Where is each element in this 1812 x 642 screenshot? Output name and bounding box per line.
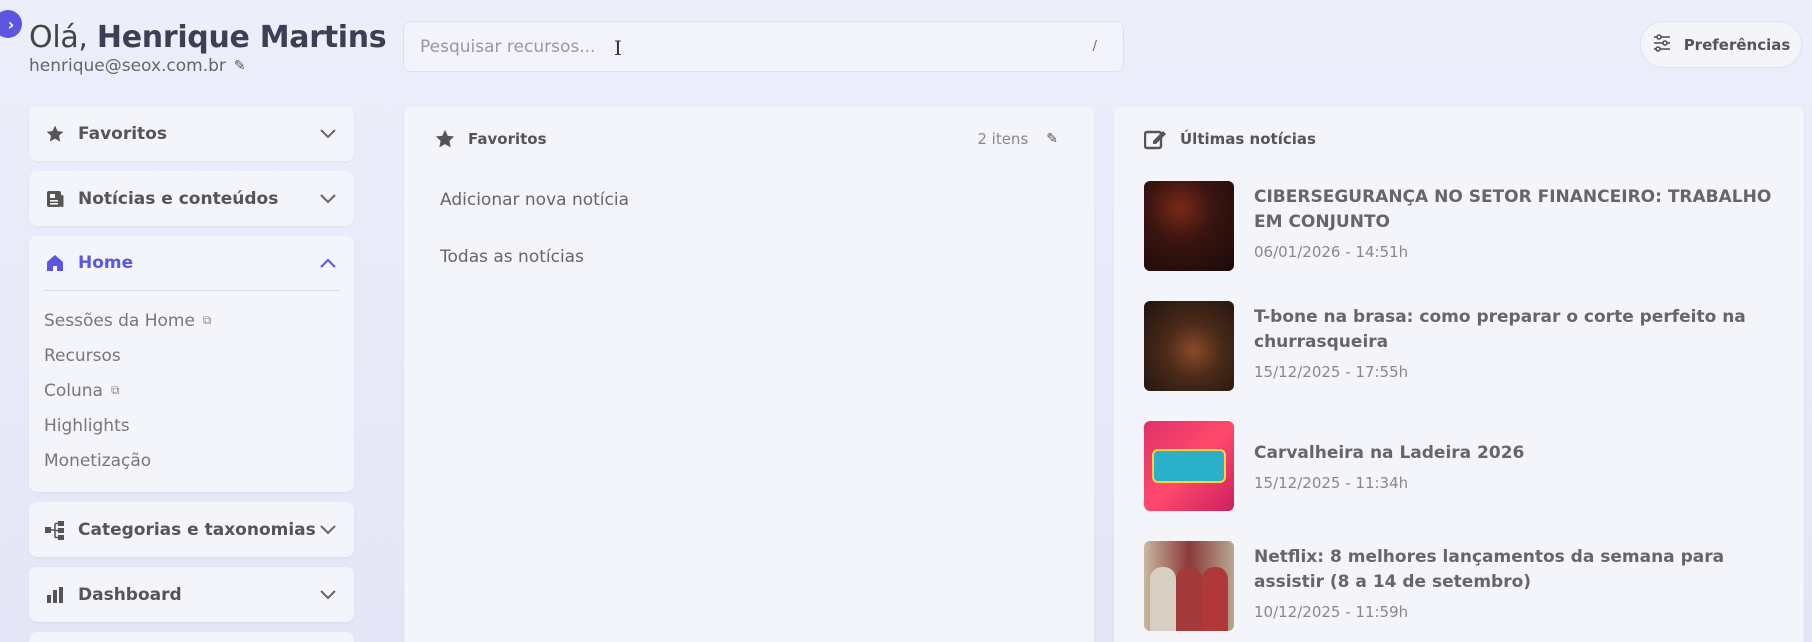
chevron-up-icon [316,251,340,275]
sidebar-section-partial [29,632,354,642]
sidebar-item-sessoes-da-home[interactable]: Sessões da Home ⧉ [44,303,339,338]
favorite-link-add-news[interactable]: Adicionar nova notícia [440,171,1058,228]
news-item[interactable]: CIBERSEGURANÇA NO SETOR FINANCEIRO: TRAB… [1144,181,1774,301]
news-list: CIBERSEGURANÇA NO SETOR FINANCEIRO: TRAB… [1114,171,1804,642]
news-item[interactable]: Netflix: 8 melhores lançamentos da seman… [1144,541,1774,642]
chevron-down-icon [316,583,340,607]
sidebar-section-dashboard: Dashboard [29,567,354,622]
latest-news-header: Últimas notícias [1114,106,1804,171]
news-title: CIBERSEGURANÇA NO SETOR FINANCEIRO: TRAB… [1254,187,1772,232]
sidebar-item-label: Sessões da Home [44,310,195,331]
sidebar-section-noticias: Notícias e conteúdos [29,171,354,226]
sidebar-section-categorias-header[interactable]: Categorias e taxonomias [29,502,354,557]
preferences-button[interactable]: Preferências [1640,21,1802,68]
sidebar-item-recursos[interactable]: Recursos [44,338,339,373]
sitemap-icon [44,519,66,541]
sidebar-item-coluna[interactable]: Coluna ⧉ [44,373,339,408]
sidebar-section-label: Notícias e conteúdos [78,188,279,209]
greeting-title: Olá, Henrique Martins [29,20,387,56]
sidebar-item-label: Recursos [44,345,121,366]
edit-profile-icon[interactable]: ✎ [234,58,246,74]
greeting-prefix: Olá, [29,20,88,55]
news-title: T-bone na brasa: como preparar o corte p… [1254,307,1746,352]
newspaper-icon [44,188,66,210]
sidebar-section-label: Favoritos [78,123,167,144]
sidebar-item-highlights[interactable]: Highlights [44,408,339,443]
star-icon [44,123,66,145]
thumbnail-figure [1150,567,1176,631]
sidebar-section-noticias-header[interactable]: Notícias e conteúdos [29,171,354,226]
sidebar-section-label: Categorias e taxonomias [78,519,316,540]
thumbnail-figure [1202,567,1228,631]
sliders-icon [1652,33,1672,57]
news-thumbnail [1144,301,1234,391]
thumbnail-figure [1176,567,1202,631]
text-cursor-icon: I [614,36,622,60]
news-title: Netflix: 8 melhores lançamentos da seman… [1254,547,1725,592]
edit-favorites-icon[interactable]: ✎ [1046,131,1058,147]
news-date: 06/01/2026 - 14:51h [1254,243,1409,261]
edit-square-icon [1144,128,1168,150]
sidebar-section-favoritos-header[interactable]: Favoritos [29,106,354,161]
favorites-list: Adicionar nova notícia Todas as notícias [404,171,1094,285]
sidebar-toggle-button[interactable]: › [0,10,22,38]
home-icon [44,252,66,274]
chevron-down-icon [316,122,340,146]
news-date: 10/12/2025 - 11:59h [1254,603,1409,621]
news-thumbnail [1144,181,1234,271]
bar-chart-icon [44,584,66,606]
favorites-panel-header: Favoritos 2 itens ✎ [404,106,1094,171]
sidebar-section-favoritos: Favoritos [29,106,354,161]
news-date: 15/12/2025 - 17:55h [1254,363,1409,381]
news-item[interactable]: Carvalheira na Ladeira 2026 15/12/2025 -… [1144,421,1774,541]
star-icon [434,128,456,150]
chevron-down-icon [316,518,340,542]
news-thumbnail [1144,541,1234,631]
sidebar: Favoritos Notícias e conteúdos Home Sess… [29,106,354,642]
external-link-icon: ⧉ [202,313,212,327]
latest-news-panel: Últimas notícias CIBERSEGURANÇA NO SETOR… [1114,106,1804,642]
sidebar-section-dashboard-header[interactable]: Dashboard [29,567,354,622]
latest-news-title: Últimas notícias [1180,129,1316,148]
favorites-panel: Favoritos 2 itens ✎ Adicionar nova notíc… [404,106,1094,642]
search-placeholder: Pesquisar recursos... [420,36,596,57]
sidebar-item-monetizacao[interactable]: Monetização [44,443,339,478]
chevron-down-icon [316,187,340,211]
sidebar-section-home-header[interactable]: Home [43,236,340,291]
sidebar-section-label: Home [78,253,134,273]
favorites-panel-title: Favoritos [468,129,547,148]
sidebar-section-categorias: Categorias e taxonomias [29,502,354,557]
favorites-count: 2 itens [977,129,1029,148]
sidebar-item-label: Monetização [44,450,152,471]
search-input[interactable]: Pesquisar recursos... / I [403,21,1124,72]
user-name: Henrique Martins [96,20,387,55]
greeting: Olá, Henrique Martins henrique@seox.com.… [29,20,387,76]
news-item[interactable]: T-bone na brasa: como preparar o corte p… [1144,301,1774,421]
sidebar-section-home: Home Sessões da Home ⧉ Recursos Coluna ⧉… [29,236,354,492]
sidebar-item-label: Highlights [44,415,130,436]
news-date: 15/12/2025 - 11:34h [1254,474,1409,492]
sidebar-item-label: Coluna [44,380,103,401]
favorite-link-all-news[interactable]: Todas as notícias [440,228,1058,285]
news-title: Carvalheira na Ladeira 2026 [1254,443,1525,463]
external-link-icon: ⧉ [110,383,120,397]
home-submenu: Sessões da Home ⧉ Recursos Coluna ⧉ High… [29,291,354,492]
news-thumbnail [1144,421,1234,511]
user-email: henrique@seox.com.br [29,56,226,76]
thumbnail-sign-graphic [1152,449,1226,483]
sidebar-section-label: Dashboard [78,584,182,605]
preferences-label: Preferências [1683,35,1791,54]
search-shortcut-hint: / [1092,39,1097,54]
